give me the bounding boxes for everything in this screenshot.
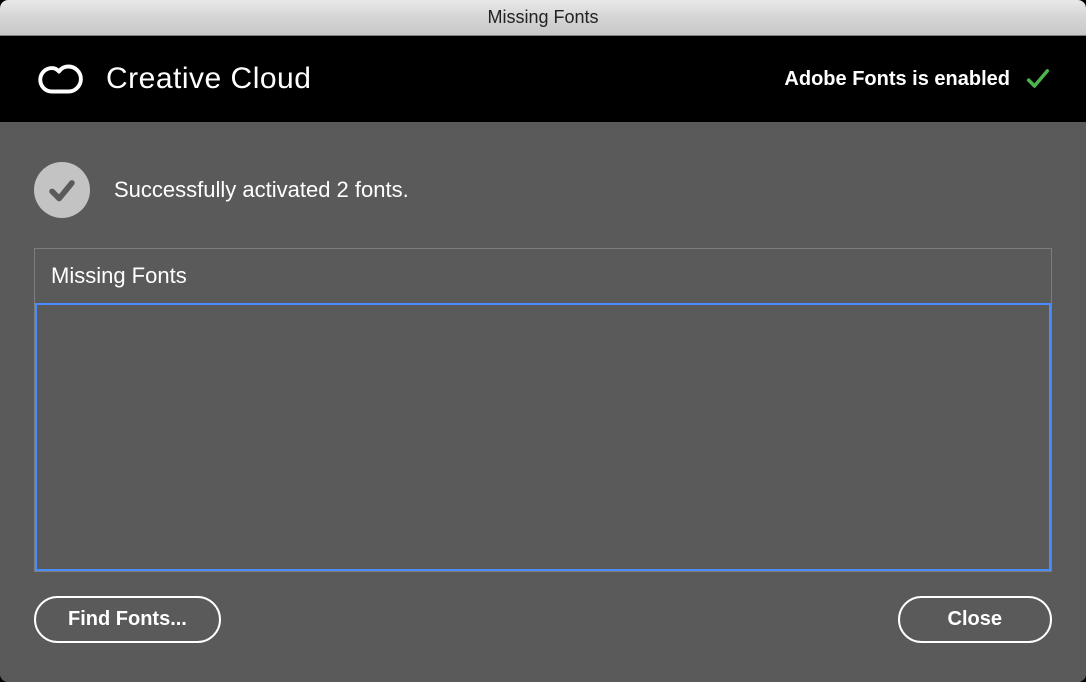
brand-title: Creative Cloud [106, 62, 311, 96]
window-title: Missing Fonts [487, 7, 598, 28]
missing-fonts-dialog: Missing Fonts Creative Cloud Adobe Fonts… [0, 0, 1086, 682]
close-button[interactable]: Close [898, 596, 1052, 643]
title-bar[interactable]: Missing Fonts [0, 0, 1086, 36]
header-status: Adobe Fonts is enabled [784, 65, 1052, 93]
fonts-enabled-label: Adobe Fonts is enabled [784, 68, 1010, 91]
check-icon [1024, 65, 1052, 93]
missing-fonts-panel: Missing Fonts [34, 248, 1052, 572]
dialog-body: Successfully activated 2 fonts. Missing … [0, 122, 1086, 682]
brand-wrap: Creative Cloud [34, 54, 311, 104]
missing-fonts-list[interactable] [35, 303, 1051, 571]
dialog-footer: Find Fonts... Close [0, 572, 1086, 673]
header-bar: Creative Cloud Adobe Fonts is enabled [0, 36, 1086, 122]
find-fonts-button[interactable]: Find Fonts... [34, 596, 221, 643]
status-row: Successfully activated 2 fonts. [0, 122, 1086, 248]
status-message: Successfully activated 2 fonts. [114, 177, 409, 203]
creative-cloud-icon [34, 54, 84, 104]
success-badge [34, 162, 90, 218]
panel-title: Missing Fonts [35, 249, 1051, 303]
